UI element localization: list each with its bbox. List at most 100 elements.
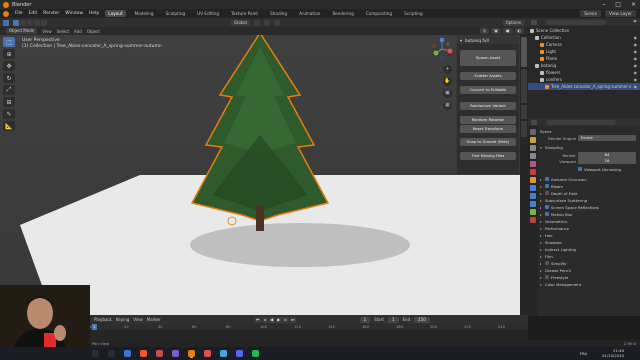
frame-ruler[interactable]: [90, 324, 528, 330]
visibility-eye-icon[interactable]: ◉: [634, 70, 638, 75]
spotify-icon[interactable]: [252, 350, 259, 357]
tab-sculpting[interactable]: Sculpting: [163, 10, 189, 17]
minimize-icon[interactable]: –: [602, 1, 605, 8]
maximize-icon[interactable]: □: [615, 1, 621, 8]
tab-scripting[interactable]: Scripting: [401, 10, 426, 17]
filter-icon[interactable]: ⏷: [633, 19, 637, 25]
task-view-icon[interactable]: [108, 350, 115, 357]
menu-help[interactable]: Help: [89, 11, 99, 16]
viewport-denoising-toggle[interactable]: Viewport Denoising: [578, 166, 638, 172]
menu-window[interactable]: Window: [65, 11, 83, 16]
outliner-row[interactable]: conifers ◉: [528, 76, 640, 83]
transform-tool-icon[interactable]: ⊞: [3, 97, 15, 107]
playhead[interactable]: 1: [92, 324, 97, 330]
obs-icon[interactable]: [172, 350, 179, 357]
object-menu[interactable]: Object: [87, 29, 100, 34]
snap-icon[interactable]: [263, 19, 270, 26]
property-section[interactable]: ▸ Ambient Occlusion: [540, 176, 638, 182]
properties-editor-icon[interactable]: [531, 119, 537, 125]
object-tab-icon[interactable]: [530, 177, 536, 183]
physics-tab-icon[interactable]: [530, 201, 536, 207]
outliner-row[interactable]: Scene Collection: [528, 27, 640, 34]
outliner-row-selected[interactable]: Tree_Abies-concolor_A_spring-summer-a ◉: [528, 83, 640, 90]
view-layer-selector[interactable]: View Layer: [605, 10, 636, 17]
visibility-eye-icon[interactable]: ◉: [634, 49, 638, 54]
outliner-row[interactable]: Collection ◉: [528, 34, 640, 41]
properties-search-input[interactable]: [546, 119, 616, 125]
outliner-row[interactable]: Plane ◉: [528, 55, 640, 62]
render-tab-icon[interactable]: [530, 137, 536, 143]
timeline[interactable]: 1 0 20 40 60 80 100 120 140 160 180 200 …: [90, 324, 528, 340]
playback-menu[interactable]: Playback: [94, 317, 112, 322]
tab-rendering[interactable]: Rendering: [329, 10, 356, 17]
select-subtract-icon[interactable]: [27, 19, 33, 26]
scatter-assets-button[interactable]: Scatter Assets: [460, 72, 516, 80]
proportional-edit-icon[interactable]: [273, 19, 280, 26]
measure-tool-icon[interactable]: 📐: [3, 121, 15, 131]
property-section[interactable]: ▸ Grease Pencil: [540, 267, 638, 273]
tab-item[interactable]: [521, 121, 527, 137]
tab-shading[interactable]: Shading: [267, 10, 290, 17]
property-section[interactable]: ▸ Motion Blur: [540, 211, 638, 217]
timeline-view-menu[interactable]: View: [133, 317, 143, 322]
next-key-icon[interactable]: ▸: [282, 316, 289, 323]
3d-viewport[interactable]: ⬚ ⊕ ✥ ↻ ⤢ ⊞ ✎ 📐 User Perspective (1) Col…: [0, 35, 528, 315]
discord-icon[interactable]: [236, 350, 243, 357]
outliner-row[interactable]: flowers ◉: [528, 69, 640, 76]
property-section[interactable]: ▸ Simplify: [540, 260, 638, 266]
brave-browser-icon[interactable]: [140, 350, 147, 357]
property-section[interactable]: ▸ Screen Space Reflections: [540, 204, 638, 210]
select-extend-icon[interactable]: [20, 19, 26, 26]
shading-rendered-icon[interactable]: ◐: [514, 28, 524, 34]
ortho-toggle-icon[interactable]: ▦: [443, 101, 452, 110]
pivot-icon[interactable]: [253, 19, 260, 26]
particles-tab-icon[interactable]: [530, 193, 536, 199]
tab-layout[interactable]: Layout: [105, 10, 126, 17]
jump-start-icon[interactable]: ⏮: [254, 316, 261, 323]
play-reverse-icon[interactable]: ◀: [268, 316, 275, 323]
media-player-icon[interactable]: [204, 350, 211, 357]
end-frame-field[interactable]: 250: [414, 316, 430, 323]
outliner-row[interactable]: Light ◉: [528, 48, 640, 55]
file-explorer-icon[interactable]: [124, 350, 131, 357]
conifer-tree[interactable]: [180, 35, 340, 245]
randomize-variant-button[interactable]: Randomize Variant: [460, 102, 516, 110]
orientation-dropdown[interactable]: Global: [231, 19, 250, 26]
menu-edit[interactable]: Edit: [29, 11, 38, 16]
visibility-eye-icon[interactable]: ◉: [634, 77, 638, 82]
property-section[interactable]: ▸ Hair: [540, 232, 638, 238]
keyboard-language[interactable]: FRA: [580, 351, 587, 356]
reset-transform-button[interactable]: Reset Transform: [460, 125, 516, 133]
move-tool-icon[interactable]: ✥: [3, 61, 15, 71]
pan-icon[interactable]: ✋: [443, 77, 452, 86]
search-icon[interactable]: [92, 350, 99, 357]
xray-icon[interactable]: ▣: [491, 28, 501, 34]
app-icon[interactable]: [220, 350, 227, 357]
world-tab-icon[interactable]: [530, 169, 536, 175]
property-section[interactable]: ▸ Freestyle: [540, 274, 638, 280]
property-section[interactable]: ▸ Color Management: [540, 281, 638, 287]
cursor-tool-icon[interactable]: ⊕: [3, 49, 15, 59]
tab-tool[interactable]: [521, 105, 527, 119]
blender-menu-icon[interactable]: [3, 10, 9, 17]
tab-texture-paint[interactable]: Texture Paint: [228, 10, 261, 17]
select-tool-icon[interactable]: ⬚: [3, 37, 15, 47]
view-menu[interactable]: View: [42, 29, 52, 34]
app-icon[interactable]: [156, 350, 163, 357]
property-section[interactable]: ▸ Indirect Lighting: [540, 246, 638, 252]
editor-type-icon[interactable]: [3, 19, 9, 26]
options-dropdown[interactable]: Options: [502, 19, 524, 26]
overlays-icon[interactable]: ◎: [479, 28, 490, 34]
property-section[interactable]: ▸ Subsurface Scattering: [540, 197, 638, 203]
start-frame-field[interactable]: 1: [387, 316, 399, 323]
zoom-icon[interactable]: +: [443, 65, 452, 74]
navigation-gizmo[interactable]: [428, 35, 456, 63]
property-section[interactable]: ▸ Bloom: [540, 183, 638, 189]
annotate-tool-icon[interactable]: ✎: [3, 109, 15, 119]
tab-view[interactable]: [521, 69, 527, 103]
outliner-editor-icon[interactable]: [531, 19, 537, 25]
tab-compositing[interactable]: Compositing: [363, 10, 395, 17]
spawn-asset-button[interactable]: Spawn Asset: [460, 50, 516, 66]
shading-solid-icon[interactable]: ●: [503, 28, 513, 34]
select-menu[interactable]: Select: [57, 29, 69, 34]
